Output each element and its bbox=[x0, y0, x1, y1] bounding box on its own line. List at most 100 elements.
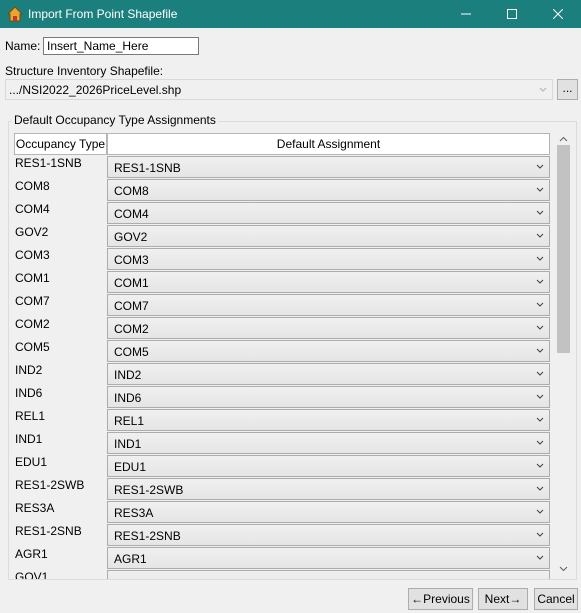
chevron-down-icon bbox=[536, 348, 544, 353]
table-row: GOV1 bbox=[14, 570, 550, 579]
assignment-dropdown[interactable]: COM3 bbox=[107, 248, 550, 270]
minimize-icon bbox=[461, 13, 471, 15]
assignment-dropdown[interactable]: COM8 bbox=[107, 179, 550, 201]
close-button[interactable] bbox=[535, 0, 581, 28]
header-occupancy-type[interactable]: Occupancy Type bbox=[14, 133, 107, 155]
assignment-value: COM4 bbox=[114, 207, 149, 221]
assignment-value: AGR1 bbox=[114, 552, 147, 566]
assignment-value: GOV2 bbox=[114, 230, 148, 244]
assignment-dropdown[interactable]: IND1 bbox=[107, 432, 550, 454]
assignment-value: COM7 bbox=[114, 299, 149, 313]
chevron-down-icon bbox=[536, 164, 544, 169]
occupancy-type-cell: AGR1 bbox=[15, 547, 48, 561]
table-row: RES1-2SWB RES1-2SWB bbox=[14, 478, 550, 501]
assignment-value: RES1-1SNB bbox=[114, 161, 181, 175]
table-row: RES3A RES3A bbox=[14, 501, 550, 524]
group-label: Default Occupancy Type Assignments bbox=[12, 113, 218, 127]
chevron-down-icon bbox=[536, 509, 544, 514]
chevron-down-icon bbox=[536, 371, 544, 376]
assignment-value: RES1-2SNB bbox=[114, 529, 181, 543]
close-icon bbox=[553, 9, 563, 19]
chevron-down-icon bbox=[536, 463, 544, 468]
previous-button[interactable]: ←Previous bbox=[408, 588, 473, 610]
occupancy-type-cell: COM4 bbox=[15, 202, 50, 216]
assignment-dropdown[interactable]: COM5 bbox=[107, 340, 550, 362]
assignment-value: RES3A bbox=[114, 506, 154, 520]
window-title: Import From Point Shapefile bbox=[28, 7, 178, 21]
assignment-value: COM8 bbox=[114, 184, 149, 198]
assignment-dropdown[interactable] bbox=[107, 570, 550, 579]
scroll-down-icon[interactable] bbox=[559, 566, 568, 572]
table-row: REL1 REL1 bbox=[14, 409, 550, 432]
vertical-scrollbar[interactable] bbox=[555, 136, 572, 577]
assignment-dropdown[interactable]: COM7 bbox=[107, 294, 550, 316]
chevron-down-icon bbox=[536, 210, 544, 215]
table-row: COM1 COM1 bbox=[14, 271, 550, 294]
table-row: COM3 COM3 bbox=[14, 248, 550, 271]
chevron-down-icon bbox=[536, 325, 544, 330]
assignment-value: COM1 bbox=[114, 276, 149, 290]
assignment-dropdown[interactable]: RES1-2SNB bbox=[107, 524, 550, 546]
occupancy-type-cell: COM2 bbox=[15, 317, 50, 331]
assignment-dropdown[interactable]: GOV2 bbox=[107, 225, 550, 247]
shapefile-combobox[interactable]: .../NSI2022_2026PriceLevel.shp bbox=[5, 79, 553, 100]
table-row: COM7 COM7 bbox=[14, 294, 550, 317]
maximize-icon bbox=[507, 9, 517, 19]
occupancy-type-cell: GOV1 bbox=[15, 570, 49, 579]
table-row: IND2 IND2 bbox=[14, 363, 550, 386]
occupancy-type-cell: COM3 bbox=[15, 248, 50, 262]
table-row: COM2 COM2 bbox=[14, 317, 550, 340]
occupancy-type-cell: COM5 bbox=[15, 340, 50, 354]
assignment-dropdown[interactable]: IND2 bbox=[107, 363, 550, 385]
chevron-down-icon bbox=[536, 256, 544, 261]
occupancy-type-cell: EDU1 bbox=[15, 455, 48, 469]
assignment-value: COM3 bbox=[114, 253, 149, 267]
table-row: GOV2 GOV2 bbox=[14, 225, 550, 248]
assignment-dropdown[interactable]: COM1 bbox=[107, 271, 550, 293]
assignment-dropdown[interactable]: RES1-2SWB bbox=[107, 478, 550, 500]
assignment-value: COM2 bbox=[114, 322, 149, 336]
name-label: Name: bbox=[5, 39, 41, 53]
table-row: RES1-1SNB RES1-1SNB bbox=[14, 156, 550, 179]
assignment-dropdown[interactable]: REL1 bbox=[107, 409, 550, 431]
assignment-value: EDU1 bbox=[114, 460, 147, 474]
assignment-value: COM5 bbox=[114, 345, 149, 359]
chevron-down-icon bbox=[536, 394, 544, 399]
chevron-down-icon bbox=[536, 302, 544, 307]
chevron-down-icon bbox=[536, 555, 544, 560]
occupancy-type-cell: REL1 bbox=[15, 409, 46, 423]
house-icon bbox=[7, 6, 23, 22]
assignment-value: IND2 bbox=[114, 368, 142, 382]
minimize-button[interactable] bbox=[443, 0, 489, 28]
next-button[interactable]: Next→ bbox=[478, 588, 528, 610]
occupancy-type-cell: COM1 bbox=[15, 271, 50, 285]
occupancy-type-cell: RES1-2SWB bbox=[15, 478, 85, 492]
scroll-up-icon[interactable] bbox=[559, 136, 568, 142]
table-row: IND6 IND6 bbox=[14, 386, 550, 409]
chevron-down-icon bbox=[536, 532, 544, 537]
assignment-value: RES1-2SWB bbox=[114, 483, 184, 497]
assignment-dropdown[interactable]: AGR1 bbox=[107, 547, 550, 569]
title-bar: Import From Point Shapefile bbox=[0, 0, 581, 28]
occupancy-type-cell: RES3A bbox=[15, 501, 55, 515]
table-row: IND1 IND1 bbox=[14, 432, 550, 455]
table-row: AGR1 AGR1 bbox=[14, 547, 550, 570]
assignment-dropdown[interactable]: EDU1 bbox=[107, 455, 550, 477]
chevron-down-icon bbox=[536, 486, 544, 491]
assignment-dropdown[interactable]: COM4 bbox=[107, 202, 550, 224]
occupancy-type-cell: IND1 bbox=[15, 432, 43, 446]
table-row: EDU1 EDU1 bbox=[14, 455, 550, 478]
name-input[interactable] bbox=[43, 37, 199, 55]
header-default-assignment[interactable]: Default Assignment bbox=[107, 133, 550, 155]
assignment-dropdown[interactable]: IND6 bbox=[107, 386, 550, 408]
occupancy-type-cell: GOV2 bbox=[15, 225, 49, 239]
browse-button[interactable]: ... bbox=[557, 79, 578, 100]
assignment-dropdown[interactable]: RES3A bbox=[107, 501, 550, 523]
chevron-down-icon bbox=[536, 417, 544, 422]
scrollbar-thumb[interactable] bbox=[557, 145, 570, 353]
cancel-button[interactable]: Cancel bbox=[534, 588, 578, 610]
assignment-dropdown[interactable]: RES1-1SNB bbox=[107, 156, 550, 178]
assignment-dropdown[interactable]: COM2 bbox=[107, 317, 550, 339]
table-row: COM8 COM8 bbox=[14, 179, 550, 202]
maximize-button[interactable] bbox=[489, 0, 535, 28]
